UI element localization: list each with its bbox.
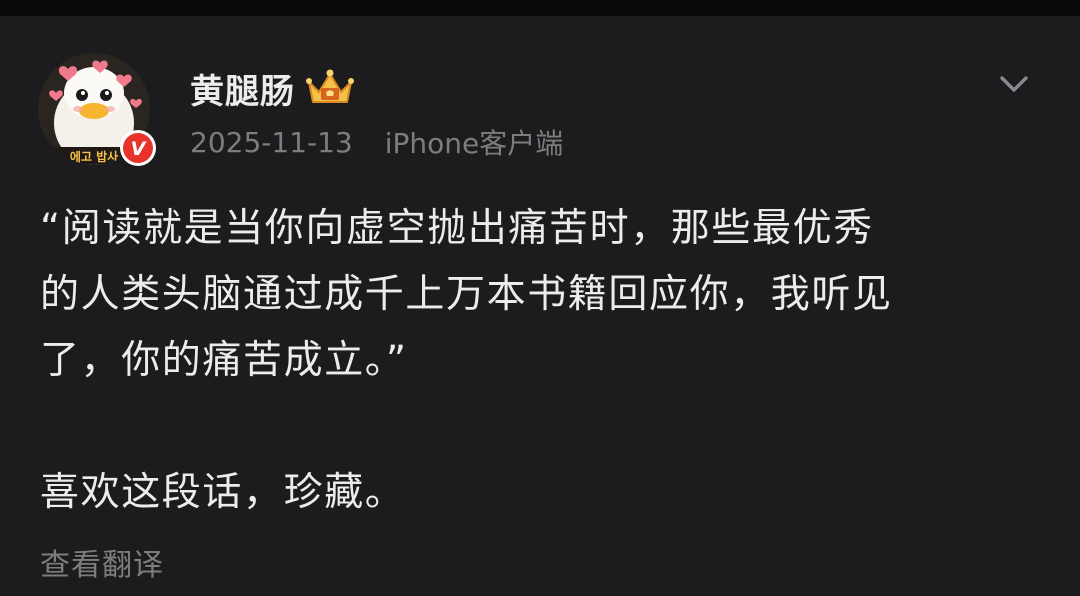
vip-crown-icon[interactable] <box>305 68 355 108</box>
post-content-line: 的人类头脑通过成千上万本书籍回应你，我听见 <box>40 272 893 317</box>
post-meta: 2025-11-13 iPhone客户端 <box>190 120 563 164</box>
status-strip <box>0 0 1080 16</box>
post-content-line: 喜欢这段话，珍藏。 <box>40 470 406 515</box>
svg-text:V: V <box>131 138 147 160</box>
verified-badge-icon: V <box>118 128 158 168</box>
post-content: “阅读就是当你向虚空抛出痛苦时，那些最优秀 的人类头脑通过成千上万本书籍回应你，… <box>40 196 1040 526</box>
chevron-down-icon <box>1000 76 1028 92</box>
author-name-row: 黄腿肠 <box>190 62 355 114</box>
view-translation-link[interactable]: 查看翻译 <box>40 540 164 584</box>
more-options-button[interactable] <box>994 64 1034 104</box>
post-date: 2025-11-13 <box>190 125 353 159</box>
svg-text:에고 밥사: 에고 밥사 <box>70 149 118 164</box>
author-name[interactable]: 黄腿肠 <box>190 64 295 113</box>
post-content-line: “阅读就是当你向虚空抛出痛苦时，那些最优秀 <box>40 206 874 251</box>
post-source: iPhone客户端 <box>384 127 564 160</box>
post-content-line: 了，你的痛苦成立。” <box>40 338 408 383</box>
